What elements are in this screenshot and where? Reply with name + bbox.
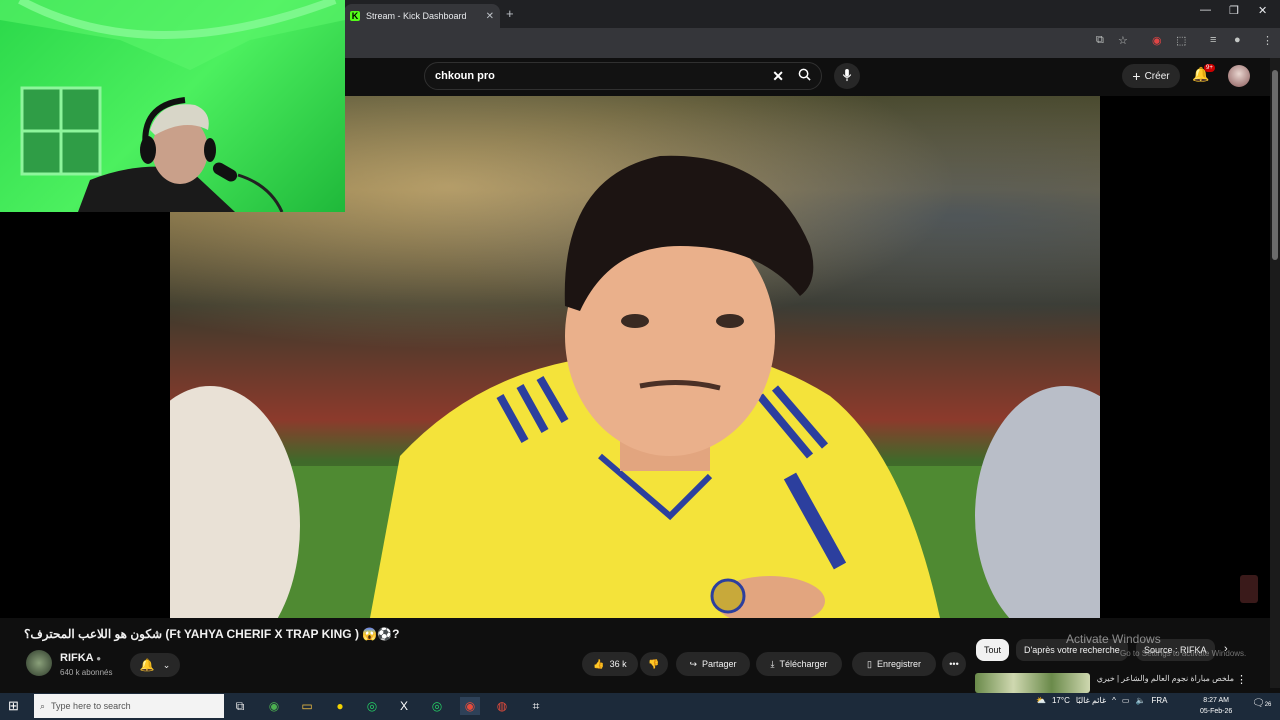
dislike-button[interactable]: 👎 <box>640 652 668 676</box>
app-yellow-icon[interactable]: ● <box>330 697 350 715</box>
extensions-puzzle-icon[interactable]: ⬚ <box>1176 34 1186 47</box>
whatsapp-business-icon[interactable]: ◎ <box>427 697 447 715</box>
clock-date: 05-Feb-26 <box>1200 708 1233 715</box>
network-icon[interactable]: ▭ <box>1122 696 1130 705</box>
volume-icon[interactable]: 🔈 <box>1135 696 1145 705</box>
channel-avatar[interactable] <box>26 650 52 676</box>
subscription-bell-button[interactable]: 🔔 ⌄ <box>130 653 180 677</box>
like-count: 36 k <box>609 659 627 669</box>
create-label: Créer <box>1144 70 1170 82</box>
download-button[interactable]: ⤓ Télécharger <box>756 652 842 676</box>
whatsapp-icon[interactable]: ◎ <box>362 697 382 715</box>
bookmark-star-icon[interactable]: ☆ <box>1118 34 1128 47</box>
taskbar-search-input[interactable]: ⌕ Type here to search <box>34 694 224 718</box>
search-icon[interactable] <box>798 68 811 84</box>
search-icon: ⌕ <box>40 700 46 711</box>
channel-name[interactable]: RIFKA ● <box>60 652 101 664</box>
right-black-bar <box>1100 96 1270 618</box>
suggestion-menu-icon[interactable]: ⋮ <box>1236 673 1247 686</box>
clock-time: 8:27 AM <box>1203 697 1229 704</box>
thumbs-down-icon: 👎 <box>648 658 660 669</box>
tab-title: Stream - Kick Dashboard <box>366 11 467 21</box>
bookmark-icon: ▯ <box>867 658 872 669</box>
browser-tab[interactable]: K Stream - Kick Dashboard ✕ <box>344 4 500 28</box>
capcut-icon[interactable]: ⌗ <box>526 697 546 715</box>
chevron-down-icon: ⌄ <box>162 659 171 670</box>
account-avatar[interactable] <box>1228 65 1250 87</box>
channel-name-text: RIFKA <box>60 652 94 664</box>
taskbar-clock[interactable]: 8:27 AM 05-Feb-26 <box>1200 695 1232 717</box>
chrome-icon[interactable]: ◉ <box>264 697 284 715</box>
close-tab-icon[interactable]: ✕ <box>486 11 494 22</box>
download-label: Télécharger <box>779 659 828 669</box>
taskbar-search-placeholder: Type here to search <box>51 701 131 711</box>
download-icon: ⤓ <box>770 658 775 669</box>
maximize-button[interactable]: ❐ <box>1229 4 1239 17</box>
search-input[interactable]: chkoun pro ✕ <box>424 62 822 90</box>
chrome-active-icon[interactable]: ◉ <box>460 697 480 715</box>
activate-windows-subtext: Go to Settings to activate Windows. <box>1120 649 1247 658</box>
system-tray: ⛅ 17°C غائم غالبًا ^ ▭ 🔈 FRA <box>1036 696 1167 705</box>
video-title: شكون هو اللاعب المحترف؟ (Ft YAHYA CHERIF… <box>24 627 400 641</box>
new-tab-button[interactable]: + <box>506 6 514 21</box>
chip-all[interactable]: Tout <box>976 639 1010 661</box>
notification-center-count: 26 <box>1264 702 1272 708</box>
weather-desc[interactable]: غائم غالبًا <box>1076 696 1106 705</box>
clear-search-icon[interactable]: ✕ <box>772 68 784 85</box>
left-black-bar <box>0 212 170 618</box>
kick-logo-icon: K <box>350 11 360 21</box>
extension-icon[interactable]: ◉ <box>1152 34 1162 47</box>
notification-badge: 9+ <box>1204 64 1215 72</box>
thumbs-up-icon: 👍 <box>593 658 605 669</box>
share-arrow-icon: ↪ <box>689 658 697 669</box>
weather-temp[interactable]: 17°C <box>1052 696 1070 705</box>
webcam-overlay <box>0 0 345 212</box>
activate-windows-watermark: Activate Windows <box>1066 632 1161 646</box>
task-view-icon[interactable]: ⧉ <box>230 697 250 715</box>
x-app-icon[interactable]: X <box>394 697 414 715</box>
share-button[interactable]: ↪ Partager <box>676 652 750 676</box>
menu-kebab-icon[interactable]: ⋮ <box>1262 34 1273 47</box>
save-label: Enregistrer <box>876 659 921 669</box>
share-label: Partager <box>702 659 737 669</box>
create-button[interactable]: + Créer <box>1122 64 1180 88</box>
language-indicator[interactable]: FRA <box>1151 696 1167 705</box>
scrollbar-thumb[interactable] <box>1272 70 1278 260</box>
suggested-video-thumbnail[interactable] <box>975 673 1090 693</box>
webcam-scene <box>0 0 345 212</box>
close-window-button[interactable]: ✕ <box>1258 4 1267 17</box>
like-button[interactable]: 👍 36 k <box>582 652 638 676</box>
mini-thumbnail[interactable] <box>1240 575 1258 603</box>
file-explorer-icon[interactable]: ▭ <box>297 697 317 715</box>
suggested-video-title[interactable]: ملخص مباراة نجوم العالم والشاعر | خيري <box>1094 674 1234 683</box>
save-button[interactable]: ▯ Enregistrer <box>852 652 936 676</box>
subscriber-count: 640 k abonnés <box>60 668 113 677</box>
voice-search-mic-icon[interactable] <box>834 63 860 89</box>
plus-icon: + <box>1132 68 1141 84</box>
minimize-button[interactable]: — <box>1200 4 1211 16</box>
windows-start-icon[interactable]: ⊞ <box>8 698 19 714</box>
weather-icon[interactable]: ⛅ <box>1036 696 1046 705</box>
notification-center-icon[interactable]: 🗨26 <box>1252 698 1271 709</box>
search-query: chkoun pro <box>435 70 495 82</box>
screenshot-icon[interactable]: ⧉ <box>1096 34 1104 47</box>
more-actions-button[interactable]: ••• <box>942 652 966 676</box>
reading-list-icon[interactable]: ≡ <box>1210 34 1216 46</box>
app-red-icon[interactable]: ◍ <box>492 697 512 715</box>
profile-icon[interactable]: ● <box>1234 34 1241 46</box>
verified-icon: ● <box>96 654 102 663</box>
bell-outline-icon: 🔔 <box>139 658 155 672</box>
tray-chevron-icon[interactable]: ^ <box>1112 696 1116 705</box>
